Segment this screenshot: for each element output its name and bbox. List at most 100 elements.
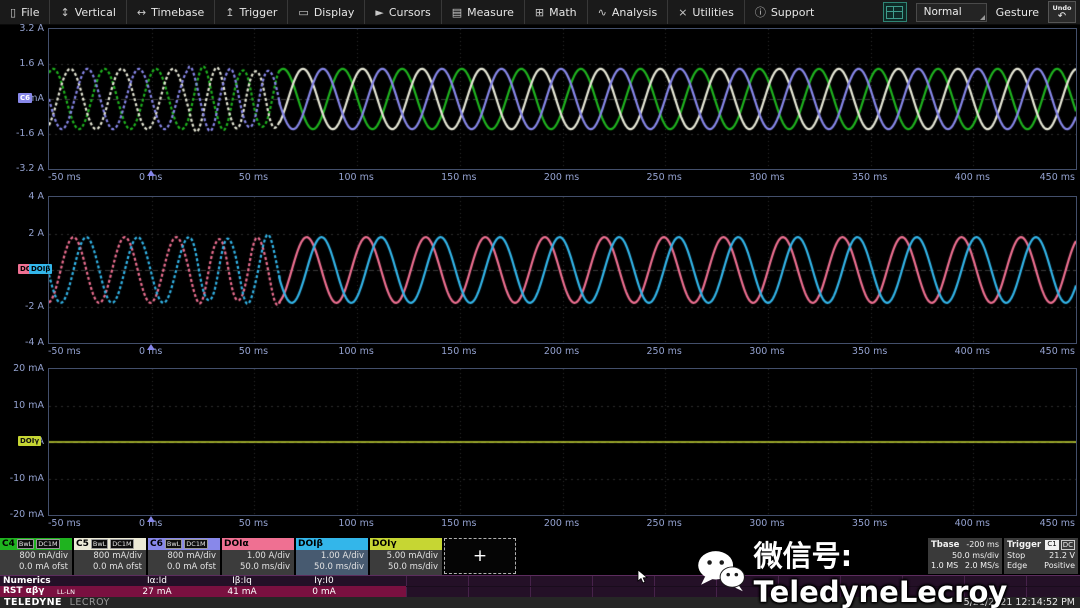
channel-descriptor-doi-alpha[interactable]: DOIα1.00 A/div50.0 ms/div (222, 538, 294, 574)
grid-layout-button[interactable] (883, 2, 907, 22)
waveform-grid-3[interactable] (48, 368, 1077, 516)
descriptor-body: 800 mA/div0.0 mA ofst (0, 550, 72, 575)
x-axis-label: 300 ms (749, 172, 784, 183)
waveform-canvas-1 (49, 29, 1076, 169)
channel-badge: DC1M (110, 539, 133, 549)
menu-item-label: Support (771, 6, 814, 19)
x-axis-label: 250 ms (647, 518, 682, 529)
offset-value: 0.0 mA ofst (0, 562, 68, 573)
x-axis-label: 150 ms (441, 172, 476, 183)
mouse-cursor (637, 569, 649, 585)
menu-item-cursors[interactable]: ► Cursors (364, 0, 440, 24)
y-axis-label: 2 A (0, 228, 44, 239)
channel-descriptor-doi-gamma[interactable]: DOIγ5.00 mA/div50.0 ms/div (370, 538, 442, 574)
zero-level-badge-c6[interactable]: C6 (18, 93, 32, 103)
channel-badge: DC1M (36, 539, 59, 549)
support-icon: ⓘ (755, 7, 766, 18)
x-axis-label: -50 ms (48, 346, 81, 357)
menu-item-label: Trigger (239, 6, 277, 19)
offset-value: 50.0 ms/div (370, 562, 438, 573)
numerics-col1-value: 27 mA (142, 587, 171, 597)
x-axis-label: 450 ms (1040, 172, 1075, 183)
menu-item-label: Display (314, 6, 355, 19)
offset-value: 0.0 mA ofst (74, 562, 142, 573)
channel-descriptor-doi-beta[interactable]: DOIβ1.00 A/div50.0 ms/div (296, 538, 368, 574)
add-trace-button[interactable]: + (444, 538, 516, 574)
menu-item-label: File (21, 6, 39, 19)
menu-item-trigger[interactable]: ↥ Trigger (214, 0, 287, 24)
scale-value: 5.00 mA/div (370, 551, 438, 562)
menu-item-analysis[interactable]: ∿Analysis (587, 0, 668, 24)
menu-item-utilities[interactable]: ⨯Utilities (667, 0, 744, 24)
descriptor-header: DOIα (222, 538, 294, 550)
x-axis-label: 100 ms (338, 172, 373, 183)
numerics-col2-value: 41 mA (227, 587, 256, 597)
menu-item-timebase[interactable]: ↔Timebase (126, 0, 214, 24)
x-axis-label: 400 ms (955, 172, 990, 183)
waveform-grid-2[interactable] (48, 196, 1077, 344)
x-axis-label: 250 ms (647, 172, 682, 183)
y-axis-label: -1.6 A (0, 128, 44, 139)
brand-logo: TELEDYNE LECROY (4, 597, 110, 608)
channel-name: C4 (2, 539, 15, 549)
x-axis-label: 350 ms (852, 172, 887, 183)
channel-badge: BwL (165, 539, 182, 549)
channel-descriptor-c5[interactable]: C5BwLDC1M800 mA/div0.0 mA ofst (74, 538, 146, 574)
zero-level-badge-doi-gamma[interactable]: DOIγ (18, 436, 41, 446)
display-mode-dropdown[interactable]: Normal (916, 3, 987, 22)
channel-name: DOIα (224, 539, 249, 549)
menu-bar: ▯File ↕ Vertical ↔Timebase ↥ Trigger ▭ Display ►… (0, 0, 1080, 25)
menu-item-file[interactable]: ▯File (0, 0, 49, 24)
x-axis-label: 400 ms (955, 346, 990, 357)
x-axis-label: 200 ms (544, 346, 579, 357)
x-axis-label: 50 ms (239, 346, 268, 357)
x-axis-label: 150 ms (441, 518, 476, 529)
descriptor-header: DOIγ (370, 538, 442, 550)
zero-level-badge-doi-beta[interactable]: DOIβ (29, 264, 52, 274)
channel-name: DOIβ (298, 539, 323, 549)
numerics-col1-header: Iα:Id (147, 576, 167, 586)
y-axis-label: 4 A (0, 191, 44, 202)
menu-items: ▯File ↕ Vertical ↔Timebase ↥ Trigger ▭ Display ►… (0, 0, 824, 24)
x-axis-label: 400 ms (955, 518, 990, 529)
watermark-text: 微信号: TeledyneLecroy (754, 533, 1080, 608)
vertical-icon: ↕ (60, 7, 69, 18)
menu-item-vertical[interactable]: ↕ Vertical (49, 0, 125, 24)
channel-badge: DC1M (184, 539, 207, 549)
menu-item-display[interactable]: ▭ Display (287, 0, 364, 24)
menu-right-cluster: Normal Gesture Undo ↶ (883, 0, 1076, 24)
offset-value: 0.0 mA ofst (148, 562, 216, 573)
scale-value: 1.00 A/div (296, 551, 364, 562)
cursors-icon: ► (375, 7, 383, 18)
numerics-row-label: RST αβγ (3, 586, 44, 596)
scale-value: 800 mA/div (148, 551, 216, 562)
menu-item-measure[interactable]: ▤Measure (441, 0, 524, 24)
x-axis-labels: -50 ms0 ms50 ms100 ms150 ms200 ms250 ms3… (48, 518, 1077, 530)
y-axis-label: 20 mA (0, 363, 44, 374)
x-axis-label: 100 ms (338, 518, 373, 529)
display-icon: ▭ (298, 7, 308, 18)
math-icon: ⊞ (535, 7, 544, 18)
undo-button[interactable]: Undo ↶ (1048, 1, 1076, 23)
channel-descriptor-c4[interactable]: C4BwLDC1M800 mA/div0.0 mA ofst (0, 538, 72, 574)
x-axis-label: -50 ms (48, 172, 81, 183)
channel-descriptor-c6[interactable]: C6BwLDC1M800 mA/div0.0 mA ofst (148, 538, 220, 574)
scale-value: 1.00 A/div (222, 551, 290, 562)
menu-item-math[interactable]: ⊞Math (524, 0, 587, 24)
x-axis-label: 350 ms (852, 518, 887, 529)
menu-item-label: Vertical (75, 6, 116, 19)
descriptor-header: C5BwLDC1M (74, 538, 146, 550)
numerics-col3-value: 0 mA (312, 587, 336, 597)
menu-item-label: Cursors (389, 6, 431, 19)
menu-item-label: Timebase (151, 6, 204, 19)
y-axis-label: -3.2 A (0, 163, 44, 174)
utilities-icon: ⨯ (678, 7, 687, 18)
menu-item-support[interactable]: ⓘ Support (744, 0, 824, 24)
x-axis-label: 50 ms (239, 518, 268, 529)
x-axis-label: 50 ms (239, 172, 268, 183)
waveform-grid-1[interactable] (48, 28, 1077, 170)
y-axis-label: 1.6 A (0, 58, 44, 69)
wechat-watermark: 微信号: TeledyneLecroy (697, 533, 1080, 608)
trigger-icon: ↥ (225, 7, 234, 18)
descriptor-body: 1.00 A/div50.0 ms/div (222, 550, 294, 575)
